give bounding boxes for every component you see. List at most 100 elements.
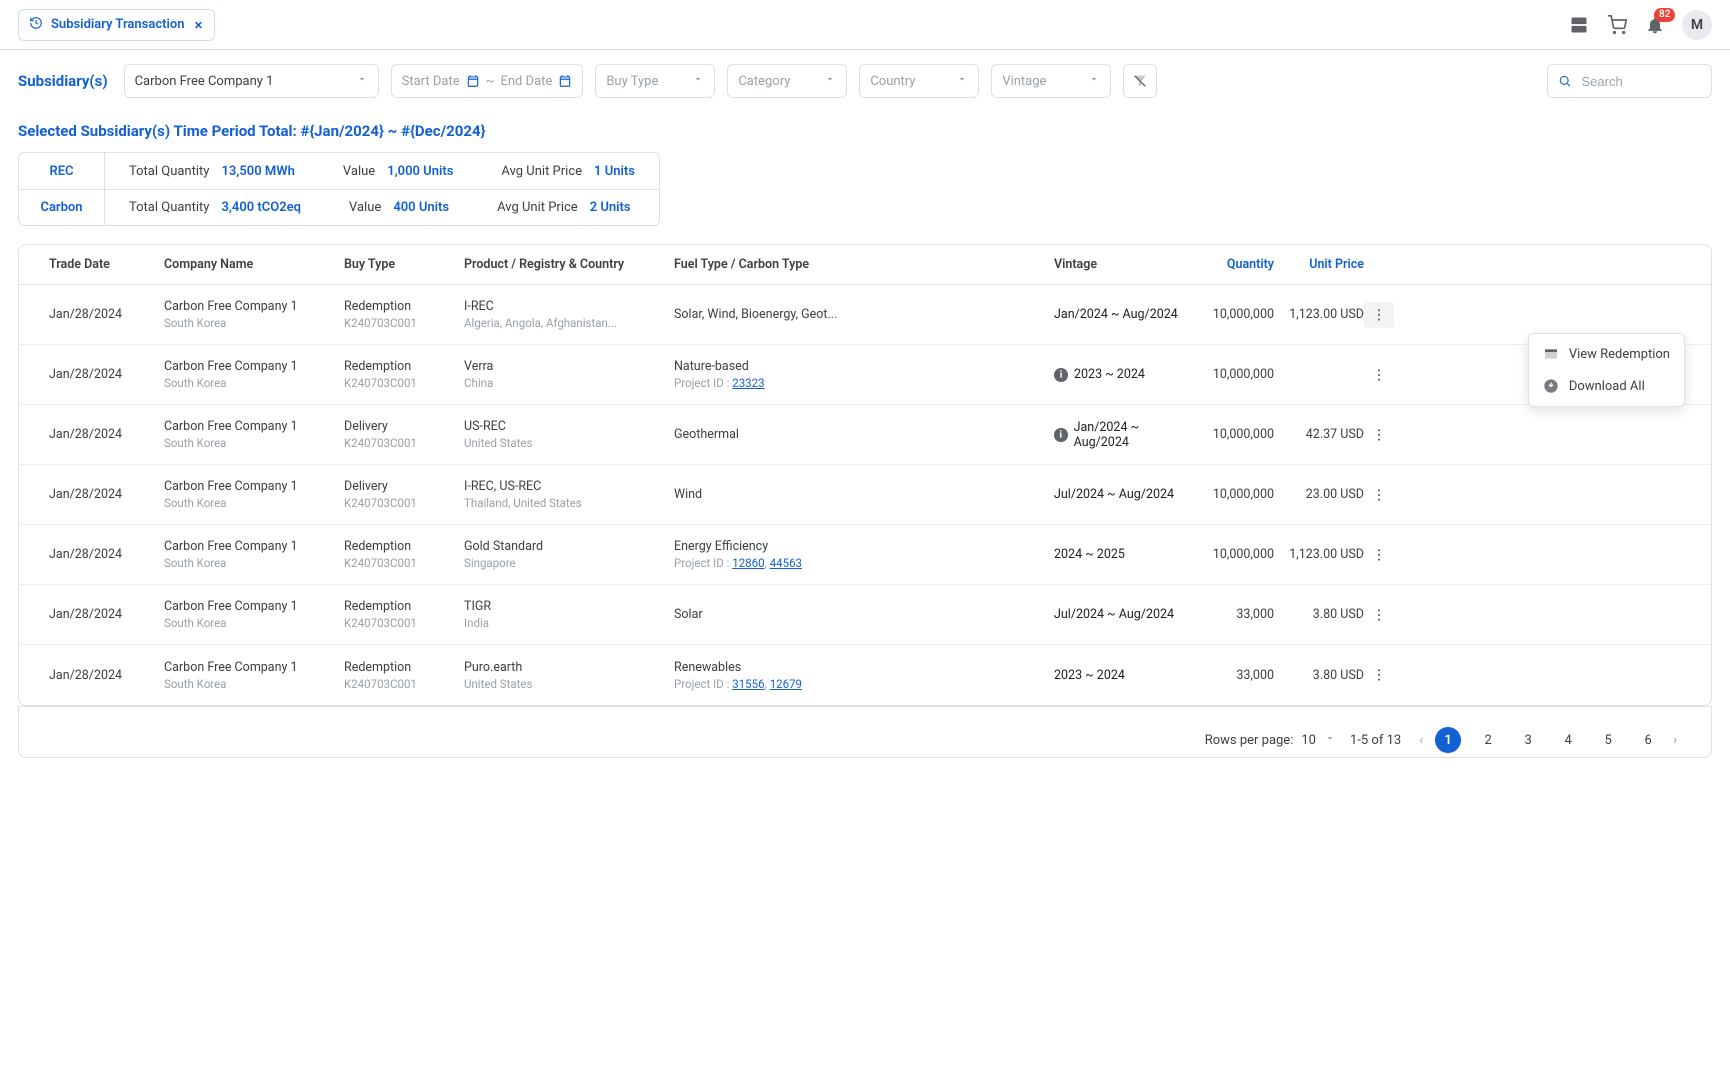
- project-id-link[interactable]: 44563: [770, 556, 802, 570]
- quantity-value: 10,000,000: [1194, 367, 1274, 382]
- vintage-value: 2023 ~ 2024: [1074, 367, 1145, 382]
- buy-code: K240703C001: [344, 376, 464, 390]
- page-number-3[interactable]: 3: [1515, 727, 1541, 753]
- summary-table: RECTotal Quantity13,500 MWhValue1,000 Un…: [18, 152, 660, 226]
- summary-avg-label: Avg Unit Price: [497, 200, 578, 215]
- product-registry: Verra: [464, 359, 674, 374]
- history-icon: [29, 16, 43, 34]
- fuel-type: Solar, Wind, Bioenergy, Geot...: [674, 307, 1054, 322]
- quantity-value: 10,000,000: [1194, 487, 1274, 502]
- category-select[interactable]: Category: [727, 64, 847, 98]
- rows-per-page-label: Rows per page:: [1205, 733, 1294, 748]
- clear-filters-button[interactable]: [1123, 64, 1157, 98]
- project-id-link[interactable]: 12679: [770, 677, 802, 691]
- buy-type: Redemption: [344, 299, 464, 314]
- buy-type-placeholder: Buy Type: [606, 74, 658, 89]
- widget-icon[interactable]: [1568, 14, 1590, 36]
- download-icon: [1543, 378, 1559, 394]
- th-buy-type: Buy Type: [344, 257, 464, 272]
- search-input[interactable]: [1580, 73, 1701, 90]
- category-placeholder: Category: [738, 74, 790, 89]
- project-id-label: Project ID : 12860, 44563: [674, 556, 1054, 570]
- product-country: United States: [464, 677, 674, 691]
- th-fuel: Fuel Type / Carbon Type: [674, 257, 1054, 272]
- chevron-down-icon: [1324, 732, 1336, 748]
- project-id-link[interactable]: 12860: [732, 556, 764, 570]
- th-company: Company Name: [164, 257, 344, 272]
- tab-title: Subsidiary Transaction: [51, 17, 184, 32]
- company-name: Carbon Free Company 1: [164, 660, 344, 675]
- cart-icon[interactable]: [1606, 14, 1628, 36]
- start-date-field[interactable]: Start Date: [402, 74, 480, 89]
- unit-price-value: 3.80 USD: [1274, 668, 1364, 683]
- trade-date: Jan/28/2024: [49, 607, 164, 622]
- company-country: South Korea: [164, 376, 344, 390]
- buy-code: K240703C001: [344, 436, 464, 450]
- summary-total-qty-label: Total Quantity: [129, 200, 209, 215]
- product-country: China: [464, 376, 674, 390]
- fuel-type: Nature-based: [674, 359, 1054, 374]
- end-date-field[interactable]: End Date: [500, 74, 572, 89]
- fuel-type: Energy Efficiency: [674, 539, 1054, 554]
- vintage-value: Jul/2024 ~ Aug/2024: [1054, 487, 1174, 502]
- project-id-link[interactable]: 31556: [732, 677, 764, 691]
- page-number-4[interactable]: 4: [1555, 727, 1581, 753]
- rows-per-page[interactable]: Rows per page: 10: [1205, 732, 1336, 748]
- row-actions-button[interactable]: [1364, 602, 1394, 628]
- avatar[interactable]: M: [1682, 10, 1712, 40]
- download-all-item[interactable]: Download All: [1529, 370, 1684, 402]
- subsidiary-select[interactable]: Carbon Free Company 1: [124, 64, 379, 98]
- product-country: Thailand, United States: [464, 496, 674, 510]
- pagination: Rows per page: 10 1-5 of 13 ‹ 123456 ›: [18, 706, 1712, 758]
- company-name: Carbon Free Company 1: [164, 419, 344, 434]
- project-id-link[interactable]: 23323: [732, 376, 764, 390]
- product-registry: Puro.earth: [464, 660, 674, 675]
- fuel-type: Solar: [674, 607, 1054, 622]
- th-trade-date: Trade Date: [49, 257, 164, 272]
- fuel-type: Geothermal: [674, 427, 1054, 442]
- page-range: 1-5 of 13: [1350, 733, 1401, 748]
- product-registry: TIGR: [464, 599, 674, 614]
- table-row: Jan/28/2024Carbon Free Company 1South Ko…: [19, 465, 1711, 525]
- summary-avg-label: Avg Unit Price: [501, 164, 582, 179]
- calendar-icon: [558, 74, 572, 88]
- vintage-select[interactable]: Vintage: [991, 64, 1111, 98]
- summary-category: REC: [19, 153, 105, 189]
- buy-type: Redemption: [344, 539, 464, 554]
- date-range-picker[interactable]: Start Date ~ End Date: [391, 64, 584, 98]
- page-number-5[interactable]: 5: [1595, 727, 1621, 753]
- tab-subsidiary-transaction[interactable]: Subsidiary Transaction ×: [18, 9, 215, 41]
- row-actions-button[interactable]: [1364, 422, 1394, 448]
- info-icon[interactable]: [1054, 428, 1068, 442]
- page-number-6[interactable]: 6: [1635, 727, 1661, 753]
- view-redemption-item[interactable]: View Redemption: [1529, 338, 1684, 370]
- trade-date: Jan/28/2024: [49, 307, 164, 322]
- row-actions-button[interactable]: [1364, 362, 1394, 388]
- table-row: Jan/28/2024Carbon Free Company 1South Ko…: [19, 525, 1711, 585]
- company-country: South Korea: [164, 677, 344, 691]
- th-quantity[interactable]: Quantity: [1194, 257, 1274, 272]
- prev-page-button[interactable]: ‹: [1415, 733, 1427, 748]
- summary-value-value: 1,000 Units: [387, 164, 453, 179]
- chevron-down-icon: [824, 73, 836, 89]
- chevron-down-icon: [692, 73, 704, 89]
- row-actions-button[interactable]: [1364, 542, 1394, 568]
- buy-type-select[interactable]: Buy Type: [595, 64, 715, 98]
- view-redemption-label: View Redemption: [1569, 347, 1670, 362]
- country-select[interactable]: Country: [859, 64, 979, 98]
- summary-avg-value: 2 Units: [590, 200, 631, 215]
- bell-icon[interactable]: 82: [1644, 14, 1666, 36]
- close-icon[interactable]: ×: [192, 16, 204, 34]
- buy-code: K240703C001: [344, 496, 464, 510]
- info-icon[interactable]: [1054, 368, 1068, 382]
- row-actions-button[interactable]: [1364, 482, 1394, 508]
- th-unit-price[interactable]: Unit Price: [1274, 257, 1364, 272]
- page-number-1[interactable]: 1: [1435, 727, 1461, 753]
- vintage-value: Jul/2024 ~ Aug/2024: [1054, 607, 1174, 622]
- page-number-2[interactable]: 2: [1475, 727, 1501, 753]
- row-actions-button[interactable]: [1364, 302, 1394, 328]
- next-page-button[interactable]: ›: [1669, 733, 1681, 748]
- row-actions-button[interactable]: [1364, 662, 1394, 688]
- unit-price-value: 3.80 USD: [1274, 607, 1364, 622]
- search-box[interactable]: [1547, 64, 1712, 98]
